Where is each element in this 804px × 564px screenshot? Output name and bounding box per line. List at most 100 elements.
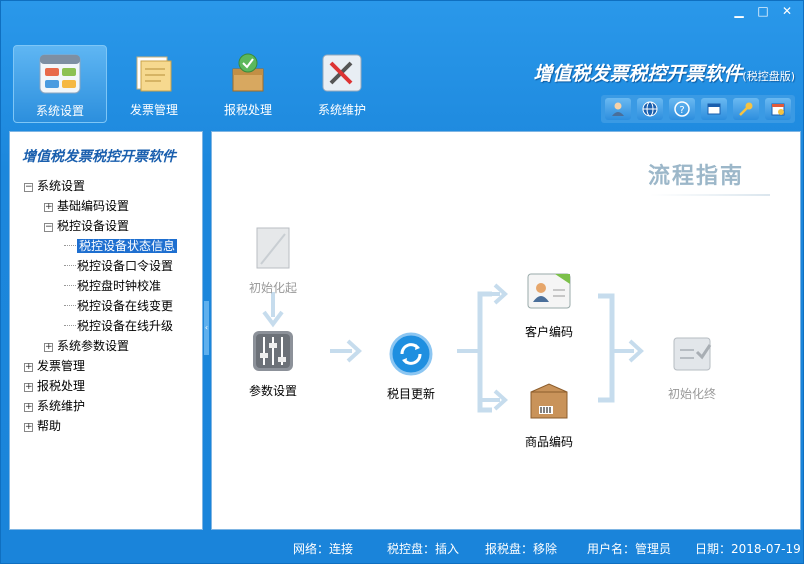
status-date: 日期：2018-07-19	[695, 542, 801, 556]
expand-icon[interactable]: +	[24, 363, 33, 372]
status-bar: 网络：连接 税控盘：插入 报税盘：移除 用户名：管理员 日期：2018-07-1…	[1, 532, 803, 562]
close-button[interactable]: ✕	[777, 3, 797, 19]
window-controls: ▁ □ ✕	[729, 3, 797, 19]
flow-merge-bracket	[598, 293, 615, 403]
maximize-button[interactable]: □	[753, 3, 773, 19]
tree-node-label: 基础编码设置	[57, 199, 130, 213]
tree-node-label: 系统维护	[37, 399, 86, 413]
expand-icon[interactable]: +	[44, 343, 53, 352]
tree-node-label: 系统参数设置	[57, 339, 130, 353]
refresh-icon	[389, 332, 433, 376]
window-icon	[707, 103, 721, 115]
tree-node[interactable]: 税控设备口令设置	[24, 256, 177, 276]
step-init-start[interactable]: 初始化起	[246, 224, 300, 296]
brand-edition: (税控盘版)	[742, 70, 795, 83]
tools-icon	[322, 54, 362, 92]
package-icon	[530, 383, 568, 419]
help-icon: ?	[674, 101, 690, 117]
calendar-button[interactable]	[765, 98, 791, 120]
tree-node-label: 税控设备状态信息	[77, 239, 178, 253]
document-icon	[256, 227, 290, 269]
tree-node-label: 帮助	[37, 419, 62, 433]
globe-button[interactable]	[637, 98, 663, 120]
tree-node[interactable]: − 系统设置	[24, 176, 177, 196]
expand-icon[interactable]: +	[44, 203, 53, 212]
tree-node[interactable]: 税控设备在线变更	[24, 296, 177, 316]
quick-toolbar: ?	[601, 95, 795, 123]
main-toolbar: 系统设置 发票管理 报税处理 系统维护	[13, 45, 389, 123]
step-init-end[interactable]: 初始化终	[662, 330, 722, 402]
tree-connector	[64, 285, 76, 286]
minimize-button[interactable]: ▁	[729, 3, 749, 19]
tree-connector	[64, 305, 76, 306]
key-button[interactable]	[733, 98, 759, 120]
status-network: 网络：连接	[293, 542, 354, 556]
step-customer-code[interactable]: 客户编码	[522, 268, 576, 340]
step-params[interactable]: 参数设置	[246, 327, 300, 399]
navigation-panel: 增值税发票税控开票软件 − 系统设置 + 基础编码设置 − 税控设备设置 税控设备状态信息税…	[9, 131, 203, 530]
toolbar-invoice-management[interactable]: 发票管理	[107, 45, 201, 123]
step-product-code[interactable]: 商品编码	[522, 378, 576, 450]
expand-icon[interactable]: +	[24, 423, 33, 432]
checklist-icon	[673, 337, 712, 371]
folder-icon	[136, 56, 172, 92]
step-label: 商品编码	[524, 435, 573, 449]
tree-node-label: 税控设备设置	[57, 219, 130, 233]
flow-branch-bracket	[477, 291, 492, 413]
toolbar-label: 报税处理	[223, 103, 272, 117]
sliders-icon	[253, 331, 293, 371]
tree-node[interactable]: 税控设备状态信息	[24, 236, 178, 256]
expand-icon[interactable]: +	[24, 383, 33, 392]
window-button[interactable]	[701, 98, 727, 120]
tree-node[interactable]: + 帮助	[24, 416, 177, 436]
toolbar-label: 发票管理	[129, 103, 178, 117]
brand-name: 增值税发票税控开票软件	[533, 63, 743, 85]
tax-box-icon	[232, 53, 264, 92]
tree-node-label: 税控设备在线升级	[77, 319, 174, 333]
status-report-disk: 报税盘：移除	[485, 542, 558, 556]
navigation-tree: − 系统设置 + 基础编码设置 − 税控设备设置 税控设备状态信息 税控设备口令设置 税控盘时钟…	[24, 176, 178, 436]
tree-node[interactable]: − 税控设备设置	[24, 216, 177, 236]
collapse-icon[interactable]: −	[44, 223, 53, 232]
tree-node-label: 税控设备口令设置	[77, 259, 174, 273]
toolbar-tax-processing[interactable]: 报税处理	[201, 45, 295, 123]
tree-node-label: 发票管理	[37, 359, 86, 373]
step-tax-update[interactable]: 税目更新	[384, 330, 438, 402]
tree-node-label: 税控盘时钟校准	[77, 279, 162, 293]
step-label: 税目更新	[386, 387, 435, 401]
app-window: ▁ □ ✕ 系统设置 发票管理 报税处理 系统维护 增值税发票税控开票软件(税控…	[0, 0, 804, 564]
navigation-title: 增值税发票税控开票软件	[22, 149, 176, 165]
calendar-icon	[771, 103, 785, 116]
flow-guide-panel: 流程指南 初始化起 参数设置 税目更新 客户编码 商品编码 初始化终	[211, 131, 801, 530]
status-user: 用户名：管理员	[587, 542, 672, 556]
tree-node[interactable]: + 系统维护	[24, 396, 177, 416]
tree-node[interactable]: 税控设备在线升级	[24, 316, 177, 336]
tree-node[interactable]: + 报税处理	[24, 376, 177, 396]
tree-node-label: 系统设置	[37, 179, 86, 193]
settings-panel-icon	[39, 54, 81, 94]
toolbar-system-maintenance[interactable]: 系统维护	[295, 45, 389, 123]
toolbar-system-settings[interactable]: 系统设置	[13, 45, 107, 123]
tree-node[interactable]: 税控盘时钟校准	[24, 276, 177, 296]
panel-splitter-handle[interactable]: ‹	[204, 301, 209, 355]
user-button[interactable]	[605, 98, 631, 120]
status-tax-disk: 税控盘：插入	[387, 542, 460, 556]
expand-icon[interactable]: +	[24, 403, 33, 412]
tree-connector	[64, 325, 76, 326]
toolbar-label: 系统设置	[35, 104, 84, 118]
contact-card-icon	[527, 273, 571, 309]
user-icon	[612, 102, 624, 116]
tree-node[interactable]: + 发票管理	[24, 356, 177, 376]
toolbar-label: 系统维护	[317, 103, 366, 117]
tree-node[interactable]: + 基础编码设置	[24, 196, 177, 216]
collapse-icon[interactable]: −	[24, 183, 33, 192]
globe-icon	[642, 101, 658, 117]
tree-connector	[64, 245, 76, 246]
tree-node-label: 报税处理	[37, 379, 86, 393]
tree-connector	[64, 265, 76, 266]
tree-node[interactable]: + 系统参数设置	[24, 336, 177, 356]
step-label: 初始化起	[248, 281, 297, 295]
key-icon	[739, 102, 753, 116]
step-label: 参数设置	[248, 384, 297, 398]
help-button[interactable]: ?	[669, 98, 695, 120]
